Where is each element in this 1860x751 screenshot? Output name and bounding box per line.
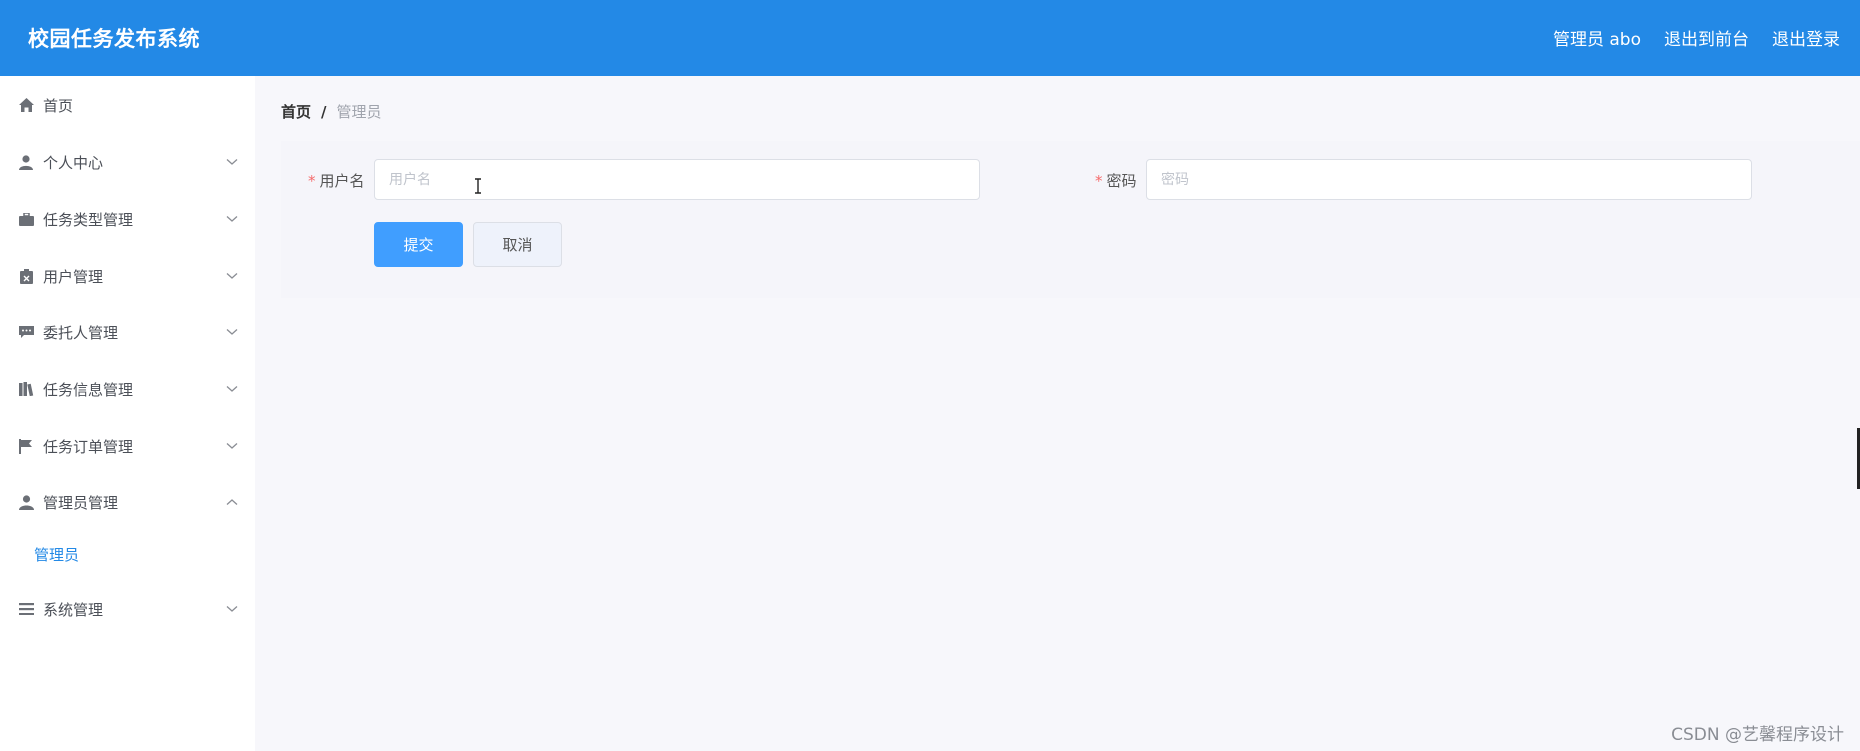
breadcrumb-separator: / xyxy=(321,102,327,121)
briefcase-icon xyxy=(18,211,34,227)
text-cursor-icon xyxy=(475,178,481,194)
chat-icon xyxy=(18,324,34,340)
home-icon xyxy=(18,97,34,113)
cancel-button[interactable]: 取消 xyxy=(473,222,562,267)
clipboard-icon xyxy=(18,268,34,284)
top-header: 校园任务发布系统 管理员 abo 退出到前台 退出登录 xyxy=(0,0,1860,76)
logout-link[interactable]: 退出登录 xyxy=(1772,25,1840,50)
chevron-down-icon xyxy=(226,606,238,612)
flag-icon xyxy=(18,438,34,454)
sidebar-item-label: 委托人管理 xyxy=(43,323,119,342)
sidebar-item-client-management[interactable]: 委托人管理 xyxy=(0,312,255,352)
chevron-down-icon xyxy=(226,386,238,392)
sidebar-item-system-management[interactable]: 系统管理 xyxy=(0,589,255,629)
admin-icon xyxy=(18,494,34,510)
list-icon xyxy=(18,601,34,617)
sidebar-item-home[interactable]: 首页 xyxy=(0,85,255,125)
back-to-frontend-link[interactable]: 退出到前台 xyxy=(1664,25,1749,50)
breadcrumb-home-link[interactable]: 首页 xyxy=(281,101,311,122)
sidebar-item-user-management[interactable]: 用户管理 xyxy=(0,256,255,296)
chevron-down-icon xyxy=(226,216,238,222)
sidebar-item-admin-management[interactable]: 管理员管理 xyxy=(0,482,255,522)
sidebar-item-label: 个人中心 xyxy=(43,153,104,172)
sidebar-item-task-type[interactable]: 任务类型管理 xyxy=(0,199,255,239)
sidebar-subitem-admin[interactable]: 管理员 xyxy=(0,534,255,574)
chevron-down-icon xyxy=(226,329,238,335)
sidebar-item-label: 管理员管理 xyxy=(43,493,119,512)
required-mark: * xyxy=(308,172,316,190)
required-mark: * xyxy=(1095,172,1103,190)
sidebar-subitem-label: 管理员 xyxy=(34,545,80,564)
sidebar: 首页 个人中心 任务类型管理 用户管理 委托人管理 任务信息管理 任务订单管理 … xyxy=(0,76,255,751)
password-label-text: 密码 xyxy=(1106,172,1137,190)
sidebar-item-personal-center[interactable]: 个人中心 xyxy=(0,142,255,182)
username-label-text: 用户名 xyxy=(319,172,365,190)
sidebar-item-task-order[interactable]: 任务订单管理 xyxy=(0,426,255,466)
admin-form-card: *用户名 *密码 提交 取消 xyxy=(281,141,1860,298)
current-user-link[interactable]: 管理员 abo xyxy=(1553,25,1641,50)
watermark: CSDN @艺馨程序设计 xyxy=(1671,725,1844,745)
chevron-up-icon xyxy=(226,499,238,505)
chevron-down-icon xyxy=(226,273,238,279)
breadcrumb-current: 管理员 xyxy=(336,103,382,121)
username-label: * 用户名 xyxy=(308,170,365,191)
sidebar-item-label: 任务信息管理 xyxy=(43,380,134,399)
submit-button[interactable]: 提交 xyxy=(374,222,463,267)
username-input[interactable] xyxy=(374,159,980,200)
sidebar-item-label: 系统管理 xyxy=(43,600,104,619)
sidebar-item-task-info[interactable]: 任务信息管理 xyxy=(0,369,255,409)
breadcrumb: 首页 / 管理员 xyxy=(281,101,382,122)
chevron-down-icon xyxy=(226,443,238,449)
app-title: 校园任务发布系统 xyxy=(28,27,200,51)
password-label: * 密码 xyxy=(1095,170,1137,191)
sidebar-item-label: 任务订单管理 xyxy=(43,437,134,456)
sidebar-item-label: 任务类型管理 xyxy=(43,210,134,229)
header-links: 管理员 abo 退出到前台 退出登录 xyxy=(1553,25,1840,50)
chevron-down-icon xyxy=(226,159,238,165)
password-input[interactable] xyxy=(1146,159,1752,200)
sidebar-item-label: 首页 xyxy=(43,96,74,115)
books-icon xyxy=(18,381,34,397)
user-icon xyxy=(18,154,34,170)
sidebar-item-label: 用户管理 xyxy=(43,267,104,286)
